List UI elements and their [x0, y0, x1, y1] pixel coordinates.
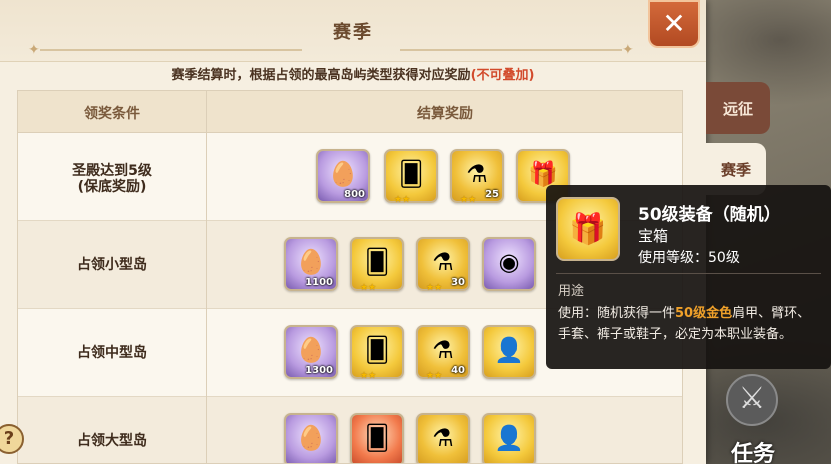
item-quantity: 1300	[305, 365, 333, 376]
reward-item[interactable]: 🥚 800	[316, 149, 370, 203]
column-header-condition: 领奖条件	[84, 106, 140, 122]
row-condition: 圣殿达到5级 (保底奖励)	[18, 163, 206, 195]
row-condition: 占领小型岛	[18, 257, 206, 273]
condition-text: 占领小型岛	[77, 257, 147, 273]
item-stars: ★★	[360, 283, 377, 293]
reward-item[interactable]: ⚗ ★★ 40	[416, 325, 470, 381]
reward-item[interactable]: 👤	[482, 413, 536, 463]
spirit-orb-icon: ◉	[498, 248, 520, 276]
reward-item[interactable]: 🥚	[284, 413, 338, 463]
tooltip-item-name: 50级装备（随机）	[638, 205, 781, 225]
desc-highlight: 50级金色	[675, 306, 733, 321]
card-icon: 🂠	[398, 160, 424, 188]
table-header: 领奖条件 结算奖励	[18, 91, 682, 133]
task-label: 任务	[730, 442, 775, 464]
tooltip-divider	[556, 273, 821, 274]
item-stars: ★★	[394, 195, 411, 205]
tab-expedition[interactable]: 远征	[706, 82, 770, 134]
row-condition: 占领大型岛	[18, 433, 206, 449]
potion-icon: ⚗	[432, 424, 454, 452]
item-quantity: 40	[451, 365, 465, 376]
item-stars: ★★	[426, 371, 443, 381]
panel-header: 赛季 ✦ ✦	[0, 0, 706, 62]
crystal-egg-icon: 🥚	[296, 424, 326, 452]
reward-item[interactable]: 🥚 1100	[284, 237, 338, 291]
shadow-creature-icon: 👤	[494, 336, 524, 364]
item-stars: ★★	[426, 283, 443, 293]
reward-item[interactable]: ⚗ ★★ 25	[450, 149, 504, 205]
card-icon: 🂠	[364, 336, 390, 364]
item-quantity: 25	[485, 189, 499, 200]
description-text: 赛季结算时，根据占领的最高岛屿类型获得对应奖励	[171, 68, 471, 83]
item-quantity: 800	[344, 189, 365, 200]
reward-item[interactable]: ⚗	[416, 413, 470, 463]
title-divider-right	[400, 49, 622, 51]
crossed-swords-icon: ⚔	[726, 374, 778, 426]
page-title: 赛季	[333, 22, 373, 43]
ornament-icon: ✦	[622, 42, 634, 58]
tab-label: 赛季	[720, 160, 751, 179]
condition-text: 占领中型岛	[77, 345, 147, 361]
reward-item[interactable]: 🥚 1300	[284, 325, 338, 379]
close-button[interactable]: ✕	[648, 0, 700, 48]
item-stars: ★★	[360, 371, 377, 381]
reward-item[interactable]: 🂠 ★★	[350, 237, 404, 293]
tooltip-item-level: 使用等级：50级	[638, 250, 740, 266]
card-icon: 🂠	[364, 248, 390, 276]
item-stars: ★★	[460, 195, 477, 205]
card-icon: 🂠	[364, 424, 390, 452]
task-button[interactable]: ⚔ 任务	[712, 374, 798, 464]
tooltip-use-title: 用途	[558, 284, 585, 299]
tooltip-item-type: 宝箱	[638, 227, 669, 245]
table-row: 占领大型岛 🥚 🂠 ⚗ 👤	[18, 397, 682, 463]
treasure-chest-icon: 🎁	[556, 197, 620, 261]
reward-item[interactable]: 👤	[482, 325, 536, 379]
tooltip-description: 使用：随机获得一件50级金色肩甲、臂环、手套、裤子或鞋子，必定为本职业装备。	[558, 303, 820, 345]
item-tooltip: 🎁 50级装备（随机） 宝箱 使用等级：50级 用途 使用：随机获得一件50级金…	[546, 185, 831, 369]
column-header-reward: 结算奖励	[417, 106, 473, 122]
condition-text: 圣殿达到5级	[72, 163, 152, 179]
season-description: 赛季结算时，根据占领的最高岛屿类型获得对应奖励(不可叠加)	[0, 64, 706, 83]
item-quantity: 30	[451, 277, 465, 288]
reward-item[interactable]: 🂠 ★★	[350, 325, 404, 381]
reward-item[interactable]: ◉	[482, 237, 536, 291]
help-icon: ?	[3, 428, 15, 449]
close-icon: ✕	[662, 7, 686, 40]
tab-label: 远征	[722, 99, 753, 118]
title-divider-left	[40, 49, 302, 51]
item-quantity: 1100	[305, 277, 333, 288]
row-condition: 占领中型岛	[18, 345, 206, 361]
reward-item[interactable]: 🂠	[350, 413, 404, 463]
shadow-creature-icon: 👤	[494, 424, 524, 452]
condition-text: 占领大型岛	[77, 433, 147, 449]
reward-item[interactable]: ⚗ ★★ 30	[416, 237, 470, 293]
reward-item[interactable]: 🂠 ★★	[384, 149, 438, 205]
description-highlight: (不可叠加)	[470, 68, 535, 83]
column-divider	[206, 91, 207, 463]
condition-note: (保底奖励)	[77, 179, 147, 195]
desc-prefix: 使用：随机获得一件	[558, 306, 676, 321]
ornament-icon: ✦	[28, 42, 40, 58]
